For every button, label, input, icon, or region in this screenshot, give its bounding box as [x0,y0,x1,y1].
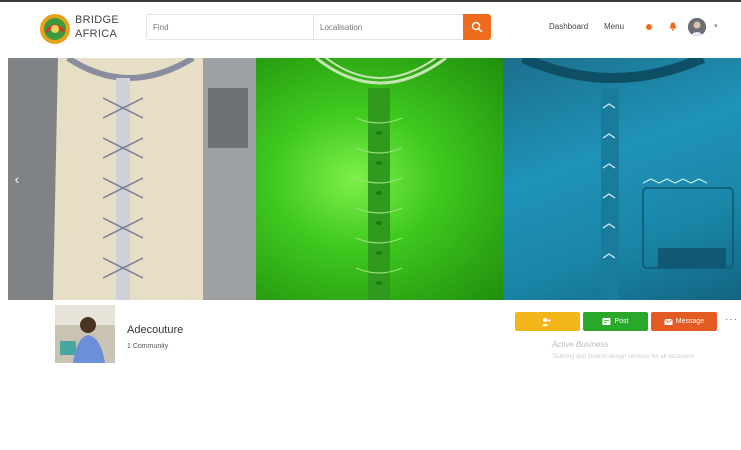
business-title: Active Business [552,340,609,349]
add-user-icon [541,317,551,326]
nav-menu[interactable]: Menu [604,22,624,31]
slide-green-shirt [256,58,503,300]
message-icon [664,318,673,325]
logo-text: BRIDGE AFRICA [75,13,119,41]
post-icon [602,318,611,325]
carousel-prev-button[interactable]: ‹ [8,168,26,190]
bell-icon[interactable] [669,22,677,31]
follow-button[interactable] [515,312,580,331]
post-button[interactable]: Post [583,312,648,331]
profile-subtitle[interactable]: 1 Community [127,343,168,350]
slide-white-shirt [8,58,256,300]
profile-picture[interactable] [55,305,115,363]
search-icon [471,21,483,33]
message-button[interactable]: Message [651,312,717,331]
post-label: Post [614,318,629,325]
slide-blue-shirt [503,58,741,300]
message-label: Message [675,318,705,325]
cover-carousel[interactable]: ‹ [8,58,741,300]
business-description: Tailoring and fashion design services fo… [552,354,695,360]
logo-line2: AFRICA [75,28,118,40]
location-input[interactable] [313,15,472,39]
search-input[interactable] [147,15,323,39]
search-button[interactable] [463,14,491,40]
avatar[interactable] [688,18,706,36]
more-options-icon[interactable]: ··· [725,314,738,325]
chevron-down-icon[interactable]: ▾ [714,22,718,30]
logo-line1: BRIDGE [75,14,119,26]
search-bar [146,14,491,40]
header: BRIDGE AFRICA Dashboard Menu ▾ [0,2,741,58]
bridge-africa-logo[interactable] [38,12,72,46]
profile-name: Adecouture [127,324,184,336]
notification-dot-icon[interactable] [646,24,652,30]
nav-dashboard[interactable]: Dashboard [549,22,588,31]
